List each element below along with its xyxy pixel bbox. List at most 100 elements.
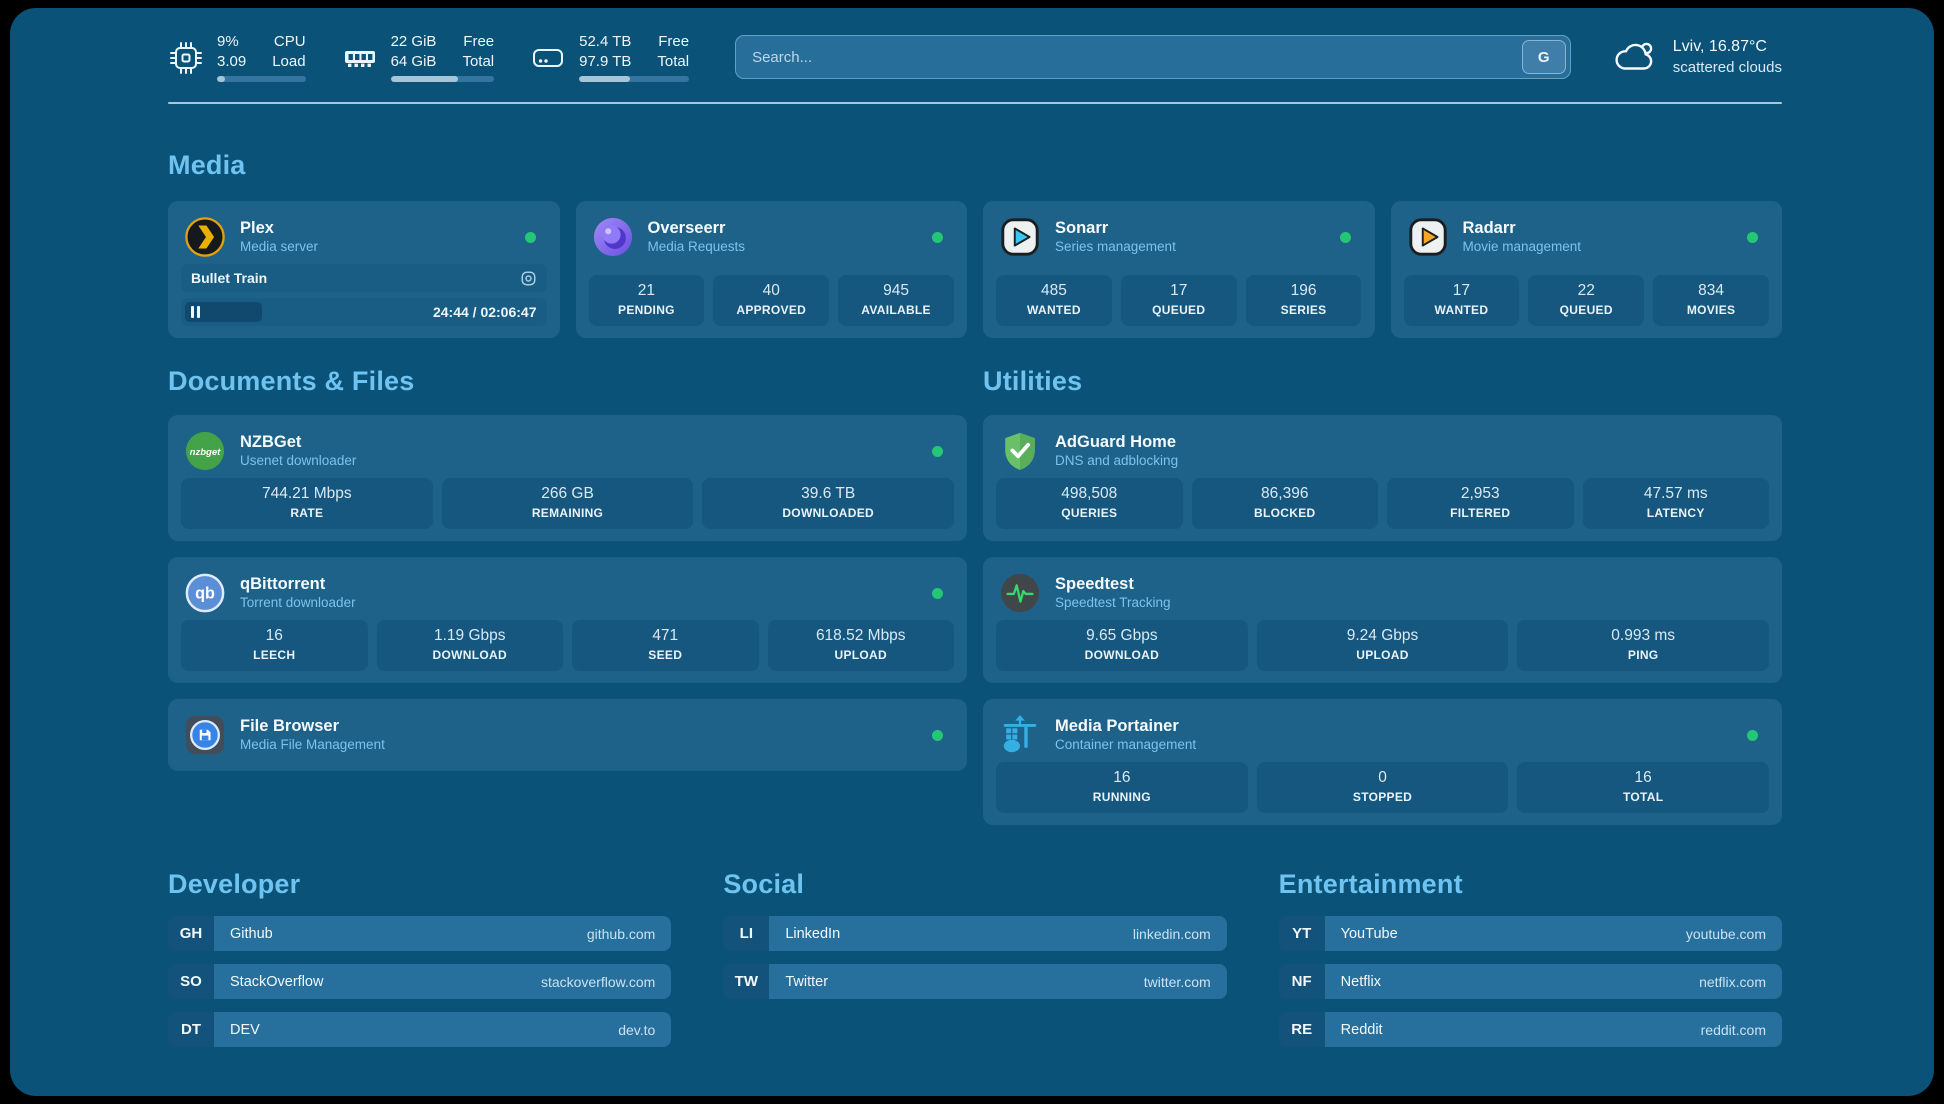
bookmark-github[interactable]: GH Github github.com: [168, 916, 671, 951]
stat-label: MOVIES: [1655, 303, 1767, 317]
weather-condition: scattered clouds: [1673, 58, 1782, 78]
stat-label: BLOCKED: [1194, 506, 1377, 520]
playback-progress-row: 24:44 / 02:06:47: [181, 298, 547, 326]
bookmark-abbr: TW: [723, 964, 769, 999]
service-card-qbittorrent[interactable]: qb qBittorrent Torrent downloader 16 LEE…: [168, 557, 967, 683]
service-card-adguard[interactable]: AdGuard Home DNS and adblocking 498,508 …: [983, 415, 1782, 541]
bookmark-name: Twitter: [785, 974, 828, 990]
stat-label: PING: [1519, 648, 1767, 662]
stat-remaining: 266 GB REMAINING: [442, 478, 694, 529]
stat-value: 266 GB: [444, 485, 692, 503]
stat-queued: 17 QUEUED: [1121, 275, 1237, 326]
service-card-filebrowser[interactable]: File Browser Media File Management: [168, 699, 967, 771]
bookmark-reddit[interactable]: RE Reddit reddit.com: [1279, 1012, 1782, 1047]
bookmark-url: youtube.com: [1686, 926, 1766, 942]
stat-total: 16 TOTAL: [1517, 762, 1769, 813]
svg-text:nzbget: nzbget: [190, 447, 222, 458]
stat-label: QUEUED: [1123, 303, 1235, 317]
stat-label: TOTAL: [1519, 790, 1767, 804]
service-subtitle: Media server: [240, 239, 318, 256]
bookmark-name: LinkedIn: [785, 926, 840, 942]
service-card-nzbget[interactable]: nzbget NZBGet Usenet downloader 744.21 M…: [168, 415, 967, 541]
stat-ping: 0.993 ms PING: [1517, 620, 1769, 671]
service-name: Sonarr: [1055, 218, 1176, 239]
bookmark-dev[interactable]: DT DEV dev.to: [168, 1012, 671, 1047]
bookmark-youtube[interactable]: YT YouTube youtube.com: [1279, 916, 1782, 951]
bookmark-heading-social: Social: [723, 869, 1226, 900]
bookmark-name: Github: [230, 926, 273, 942]
service-subtitle: DNS and adblocking: [1055, 453, 1178, 470]
stat-label: DOWNLOAD: [379, 648, 562, 662]
memory-free-value: 22 GiB: [391, 32, 437, 52]
bookmark-url: reddit.com: [1701, 1022, 1766, 1038]
stat-value: 16: [998, 769, 1246, 787]
stat-label: SEED: [574, 648, 757, 662]
stat-running: 16 RUNNING: [996, 762, 1248, 813]
disk-icon: [530, 40, 566, 76]
service-card-radarr[interactable]: Radarr Movie management 17 WANTED 22 QUE…: [1391, 201, 1783, 338]
stat-approved: 40 APPROVED: [713, 275, 829, 326]
disk-widget: 52.4 TB 97.9 TB Free Total: [530, 32, 689, 82]
service-card-portainer[interactable]: Media Portainer Container management 16 …: [983, 699, 1782, 825]
disk-total-value: 97.9 TB: [579, 52, 631, 72]
service-name: File Browser: [240, 716, 385, 737]
bookmark-heading-developer: Developer: [168, 869, 671, 900]
status-dot: [525, 232, 536, 243]
adguard-icon: [999, 430, 1041, 472]
bookmark-stackoverflow[interactable]: SO StackOverflow stackoverflow.com: [168, 964, 671, 999]
service-card-sonarr[interactable]: Sonarr Series management 485 WANTED 17 Q…: [983, 201, 1375, 338]
search-input[interactable]: [735, 35, 1571, 79]
stat-label: UPLOAD: [770, 648, 953, 662]
service-name: AdGuard Home: [1055, 432, 1178, 453]
service-card-speedtest[interactable]: Speedtest Speedtest Tracking 9.65 Gbps D…: [983, 557, 1782, 683]
stat-download: 9.65 Gbps DOWNLOAD: [996, 620, 1248, 671]
bookmark-name: Reddit: [1341, 1022, 1383, 1038]
cpu-progress-bar: [217, 76, 306, 82]
service-subtitle: Media File Management: [240, 737, 385, 754]
pause-icon[interactable]: [191, 306, 200, 318]
bookmark-twitter[interactable]: TW Twitter twitter.com: [723, 964, 1226, 999]
bookmark-name: StackOverflow: [230, 974, 323, 990]
stat-value: 40: [715, 282, 827, 300]
speedtest-icon: [999, 572, 1041, 614]
now-playing-title: Bullet Train: [191, 270, 267, 286]
service-card-overseerr[interactable]: Overseerr Media Requests 21 PENDING 40 A…: [576, 201, 968, 338]
stat-blocked: 86,396 BLOCKED: [1192, 478, 1379, 529]
cpu-load-label: Load: [272, 52, 305, 72]
stat-upload: 618.52 Mbps UPLOAD: [768, 620, 955, 671]
disk-free-label: Free: [658, 32, 689, 52]
bookmark-abbr: RE: [1279, 1012, 1325, 1047]
stat-download: 1.19 Gbps DOWNLOAD: [377, 620, 564, 671]
stat-value: 1.19 Gbps: [379, 627, 562, 645]
stat-wanted: 17 WANTED: [1404, 275, 1520, 326]
disk-progress-fill: [579, 76, 630, 82]
bookmark-url: twitter.com: [1144, 974, 1211, 990]
bookmark-abbr: GH: [168, 916, 214, 951]
stat-value: 196: [1248, 282, 1360, 300]
section-heading-documents: Documents & Files: [168, 366, 967, 397]
stat-value: 945: [840, 282, 952, 300]
bookmark-linkedin[interactable]: LI LinkedIn linkedin.com: [723, 916, 1226, 951]
status-dot: [932, 446, 943, 457]
stat-value: 9.24 Gbps: [1259, 627, 1507, 645]
sonarr-icon: [999, 216, 1041, 258]
stat-label: RUNNING: [998, 790, 1246, 804]
stat-label: FILTERED: [1389, 506, 1572, 520]
status-dot: [932, 588, 943, 599]
bookmark-group-developer: Developer GH Github github.com SO StackO…: [168, 869, 671, 1060]
radarr-icon: [1407, 216, 1449, 258]
stat-label: LATENCY: [1585, 506, 1768, 520]
service-subtitle: Movie management: [1463, 239, 1582, 256]
status-dot: [932, 232, 943, 243]
memory-progress-bar: [391, 76, 495, 82]
stat-label: LEECH: [183, 648, 366, 662]
search-engine-button[interactable]: G: [1522, 40, 1566, 74]
stat-label: APPROVED: [715, 303, 827, 317]
bookmark-netflix[interactable]: NF Netflix netflix.com: [1279, 964, 1782, 999]
bookmark-abbr: SO: [168, 964, 214, 999]
bookmark-group-entertainment: Entertainment YT YouTube youtube.com NF …: [1279, 869, 1782, 1060]
memory-total-value: 64 GiB: [391, 52, 437, 72]
service-card-plex[interactable]: Plex Media server Bullet Train: [168, 201, 560, 338]
stat-value: 471: [574, 627, 757, 645]
section-heading-media: Media: [168, 150, 1782, 181]
